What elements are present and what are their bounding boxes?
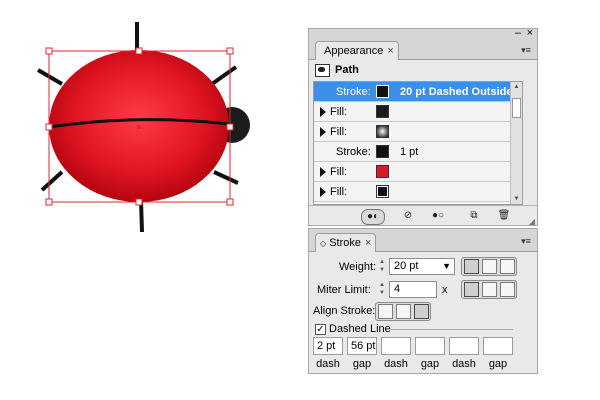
artboard-canvas[interactable] [0, 0, 300, 260]
gap-3-input[interactable] [483, 337, 513, 355]
row-value[interactable]: 1 pt [400, 146, 418, 158]
tab-close-icon[interactable]: × [365, 237, 371, 249]
gap-2-label: gap [420, 358, 440, 370]
miter-unit: x [442, 284, 448, 296]
gap-3-label: gap [488, 358, 508, 370]
tab-stroke[interactable]: ◇ Stroke × [315, 233, 377, 252]
tab-stroke-label: Stroke [329, 237, 362, 249]
gap-2-input[interactable] [415, 337, 445, 355]
appearance-list[interactable]: Stroke: 20 pt Dashed Outside Fill: Fill:… [313, 81, 523, 205]
expand-triangle-icon[interactable] [320, 167, 326, 177]
appearance-row-stroke-2[interactable]: Stroke: 1 pt [314, 142, 522, 162]
row-value[interactable]: 20 pt Dashed Outside [400, 86, 512, 98]
tab-close-icon[interactable]: × [387, 45, 393, 57]
dash-3-input[interactable] [449, 337, 479, 355]
appearance-row-fill-2[interactable]: Fill: [314, 122, 522, 142]
resize-grip-icon[interactable]: ◢ [529, 217, 535, 226]
scroll-thumb[interactable] [512, 98, 521, 118]
expand-triangle-icon[interactable] [320, 187, 326, 197]
row-kind-label: Fill: [330, 126, 348, 138]
appearance-row-fill-4[interactable]: Fill: [314, 182, 522, 202]
align-center-icon[interactable] [378, 304, 393, 319]
weight-value: 20 pt [394, 260, 419, 272]
butt-cap-icon[interactable] [464, 259, 479, 274]
minimize-icon[interactable]: – [515, 27, 521, 39]
row-kind-label: Stroke: [336, 146, 371, 158]
gap-1-value: 56 pt [351, 340, 376, 352]
dash-2-input[interactable] [381, 337, 411, 355]
bevel-join-icon[interactable] [500, 282, 515, 297]
dash-1-input[interactable]: 2 pt [313, 337, 343, 355]
dash-1-value: 2 pt [317, 340, 336, 352]
miter-input[interactable]: 4 [389, 281, 437, 298]
path-thumbnail-icon [315, 64, 330, 77]
stroke-swatch[interactable] [376, 145, 389, 158]
row-kind-label: Fill: [330, 166, 348, 178]
appearance-row-fill-3[interactable]: Fill: [314, 162, 522, 182]
chevron-down-icon[interactable]: ▼ [442, 259, 451, 274]
close-icon[interactable]: × [527, 27, 533, 39]
cap-buttons-group [461, 257, 517, 276]
weight-stepper[interactable]: ▲ ▼ [377, 258, 387, 275]
scroll-up-icon[interactable]: ▲ [511, 82, 522, 92]
stroke-swatch[interactable] [376, 85, 389, 98]
dash-1-label: dash [316, 358, 340, 370]
panel-menu-icon[interactable]: ▾≡ [519, 235, 533, 247]
panel-menu-icon[interactable]: ▾≡ [519, 44, 533, 56]
appearance-header: Path [313, 62, 523, 80]
row-kind-label: Fill: [330, 106, 348, 118]
add-new-stroke-icon[interactable]: ●◐ [361, 209, 385, 225]
join-buttons-group [461, 280, 517, 299]
miter-stepper[interactable]: ▲ ▼ [377, 281, 387, 298]
divider [391, 329, 513, 330]
reduce-to-basic-icon[interactable]: ●○ [425, 209, 451, 223]
tab-appearance-label: Appearance [324, 45, 384, 57]
clear-appearance-icon[interactable]: ⊘ [401, 209, 415, 223]
dash-3-label: dash [452, 358, 476, 370]
fill-swatch[interactable] [376, 125, 389, 138]
appearance-tabbar: Appearance × ▾≡ [309, 41, 537, 60]
miter-join-icon[interactable] [464, 282, 479, 297]
appearance-header-label: Path [335, 64, 359, 76]
expand-triangle-icon[interactable] [320, 107, 326, 117]
appearance-panel: – × Appearance × ▾≡ Path Stroke: 20 pt Da… [308, 27, 538, 226]
appearance-row-fill-1[interactable]: Fill: [314, 102, 522, 122]
stroke-tabbar: ◇ Stroke × ▾≡ [309, 229, 537, 252]
round-join-icon[interactable] [482, 282, 497, 297]
weight-label: Weight: [339, 261, 377, 273]
gap-1-label: gap [352, 358, 372, 370]
miter-limit-label: Miter Limit: [317, 284, 371, 296]
dash-2-label: dash [384, 358, 408, 370]
appearance-scrollbar[interactable]: ▲ ▼ [510, 82, 522, 204]
delete-item-icon[interactable]: 🗑 [497, 209, 511, 223]
row-kind-label: Fill: [330, 186, 348, 198]
dashed-line-checkbox[interactable]: ✓ [315, 324, 326, 335]
panel-collapse-icon[interactable]: ◇ [320, 239, 326, 248]
appearance-footer: ●◐ ⊘ ●○ ⧉ 🗑 ◢ [309, 205, 537, 226]
expand-triangle-icon[interactable] [320, 127, 326, 137]
scroll-down-icon[interactable]: ▼ [511, 194, 522, 204]
round-cap-icon[interactable] [482, 259, 497, 274]
stroke-panel: ◇ Stroke × ▾≡ Weight: ▲ ▼ 20 pt ▼ Miter Li… [308, 228, 538, 374]
align-buttons-group [375, 302, 431, 321]
align-inside-icon[interactable] [396, 304, 411, 319]
fill-swatch[interactable] [376, 185, 389, 198]
align-outside-icon[interactable] [414, 304, 429, 319]
row-kind-label: Stroke: [336, 86, 371, 98]
fill-swatch[interactable] [376, 165, 389, 178]
align-stroke-label: Align Stroke: [313, 305, 376, 317]
appearance-row-stroke-1[interactable]: Stroke: 20 pt Dashed Outside [314, 82, 522, 102]
fill-swatch[interactable] [376, 105, 389, 118]
duplicate-item-icon[interactable]: ⧉ [467, 209, 481, 223]
weight-input[interactable]: 20 pt ▼ [389, 258, 455, 275]
gap-1-input[interactable]: 56 pt [347, 337, 377, 355]
tab-appearance[interactable]: Appearance × [315, 41, 399, 60]
dashed-line-label[interactable]: Dashed Line [329, 323, 391, 335]
miter-value: 4 [394, 283, 401, 295]
projecting-cap-icon[interactable] [500, 259, 515, 274]
